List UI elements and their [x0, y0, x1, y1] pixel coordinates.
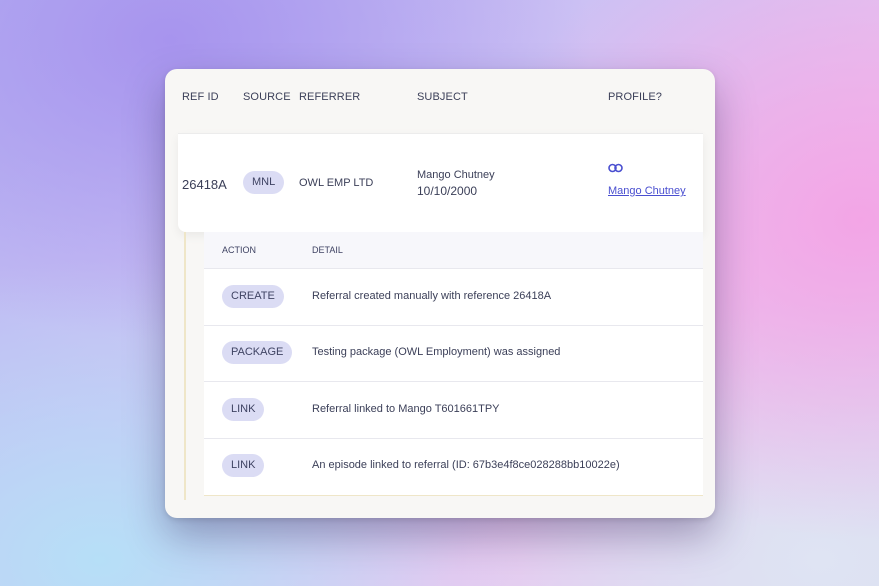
referrer-value: OWL EMP LTD — [299, 177, 374, 189]
expanded-detail: ACTION DETAIL CREATE Referral created ma… — [184, 232, 703, 500]
ref-id-value: 26418A — [182, 177, 227, 192]
link-icon[interactable] — [608, 163, 623, 173]
action-badge: LINK — [222, 454, 265, 477]
table-row: LINK An episode linked to referral (ID: … — [204, 438, 703, 495]
action-badge: PACKAGE — [222, 341, 293, 364]
detail-text: Referral linked to Mango T601661TPY — [312, 403, 500, 415]
action-detail-table: ACTION DETAIL CREATE Referral created ma… — [204, 232, 703, 496]
action-badge: CREATE — [222, 285, 284, 308]
subject-name: Mango Chutney — [417, 169, 495, 181]
detail-table-header: ACTION DETAIL — [204, 232, 703, 269]
header-profile: PROFILE? — [608, 91, 662, 103]
referral-row[interactable]: 26418A MNL OWL EMP LTD Mango Chutney 10/… — [178, 133, 703, 232]
table-row: LINK Referral linked to Mango T601661TPY — [204, 382, 703, 439]
header-source: SOURCE — [243, 91, 291, 103]
header-referrer: REFERRER — [299, 91, 361, 103]
header-ref-id: REF ID — [182, 91, 219, 103]
action-badge: LINK — [222, 398, 265, 421]
profile-link[interactable]: Mango Chutney — [608, 185, 686, 197]
header-detail: DETAIL — [312, 245, 343, 255]
detail-text: Referral created manually with reference… — [312, 290, 552, 302]
table-row: PACKAGE Testing package (OWL Employment)… — [204, 325, 703, 382]
source-badge: MNL — [243, 171, 285, 194]
header-action: ACTION — [222, 245, 257, 255]
referral-card: REF ID SOURCE REFERRER SUBJECT PROFILE? … — [165, 69, 715, 518]
subject-dob: 10/10/2000 — [417, 184, 478, 198]
detail-text: An episode linked to referral (ID: 67b3e… — [312, 459, 620, 471]
detail-text: Testing package (OWL Employment) was ass… — [312, 346, 561, 358]
header-subject: SUBJECT — [417, 91, 468, 103]
table-row: CREATE Referral created manually with re… — [204, 269, 703, 326]
